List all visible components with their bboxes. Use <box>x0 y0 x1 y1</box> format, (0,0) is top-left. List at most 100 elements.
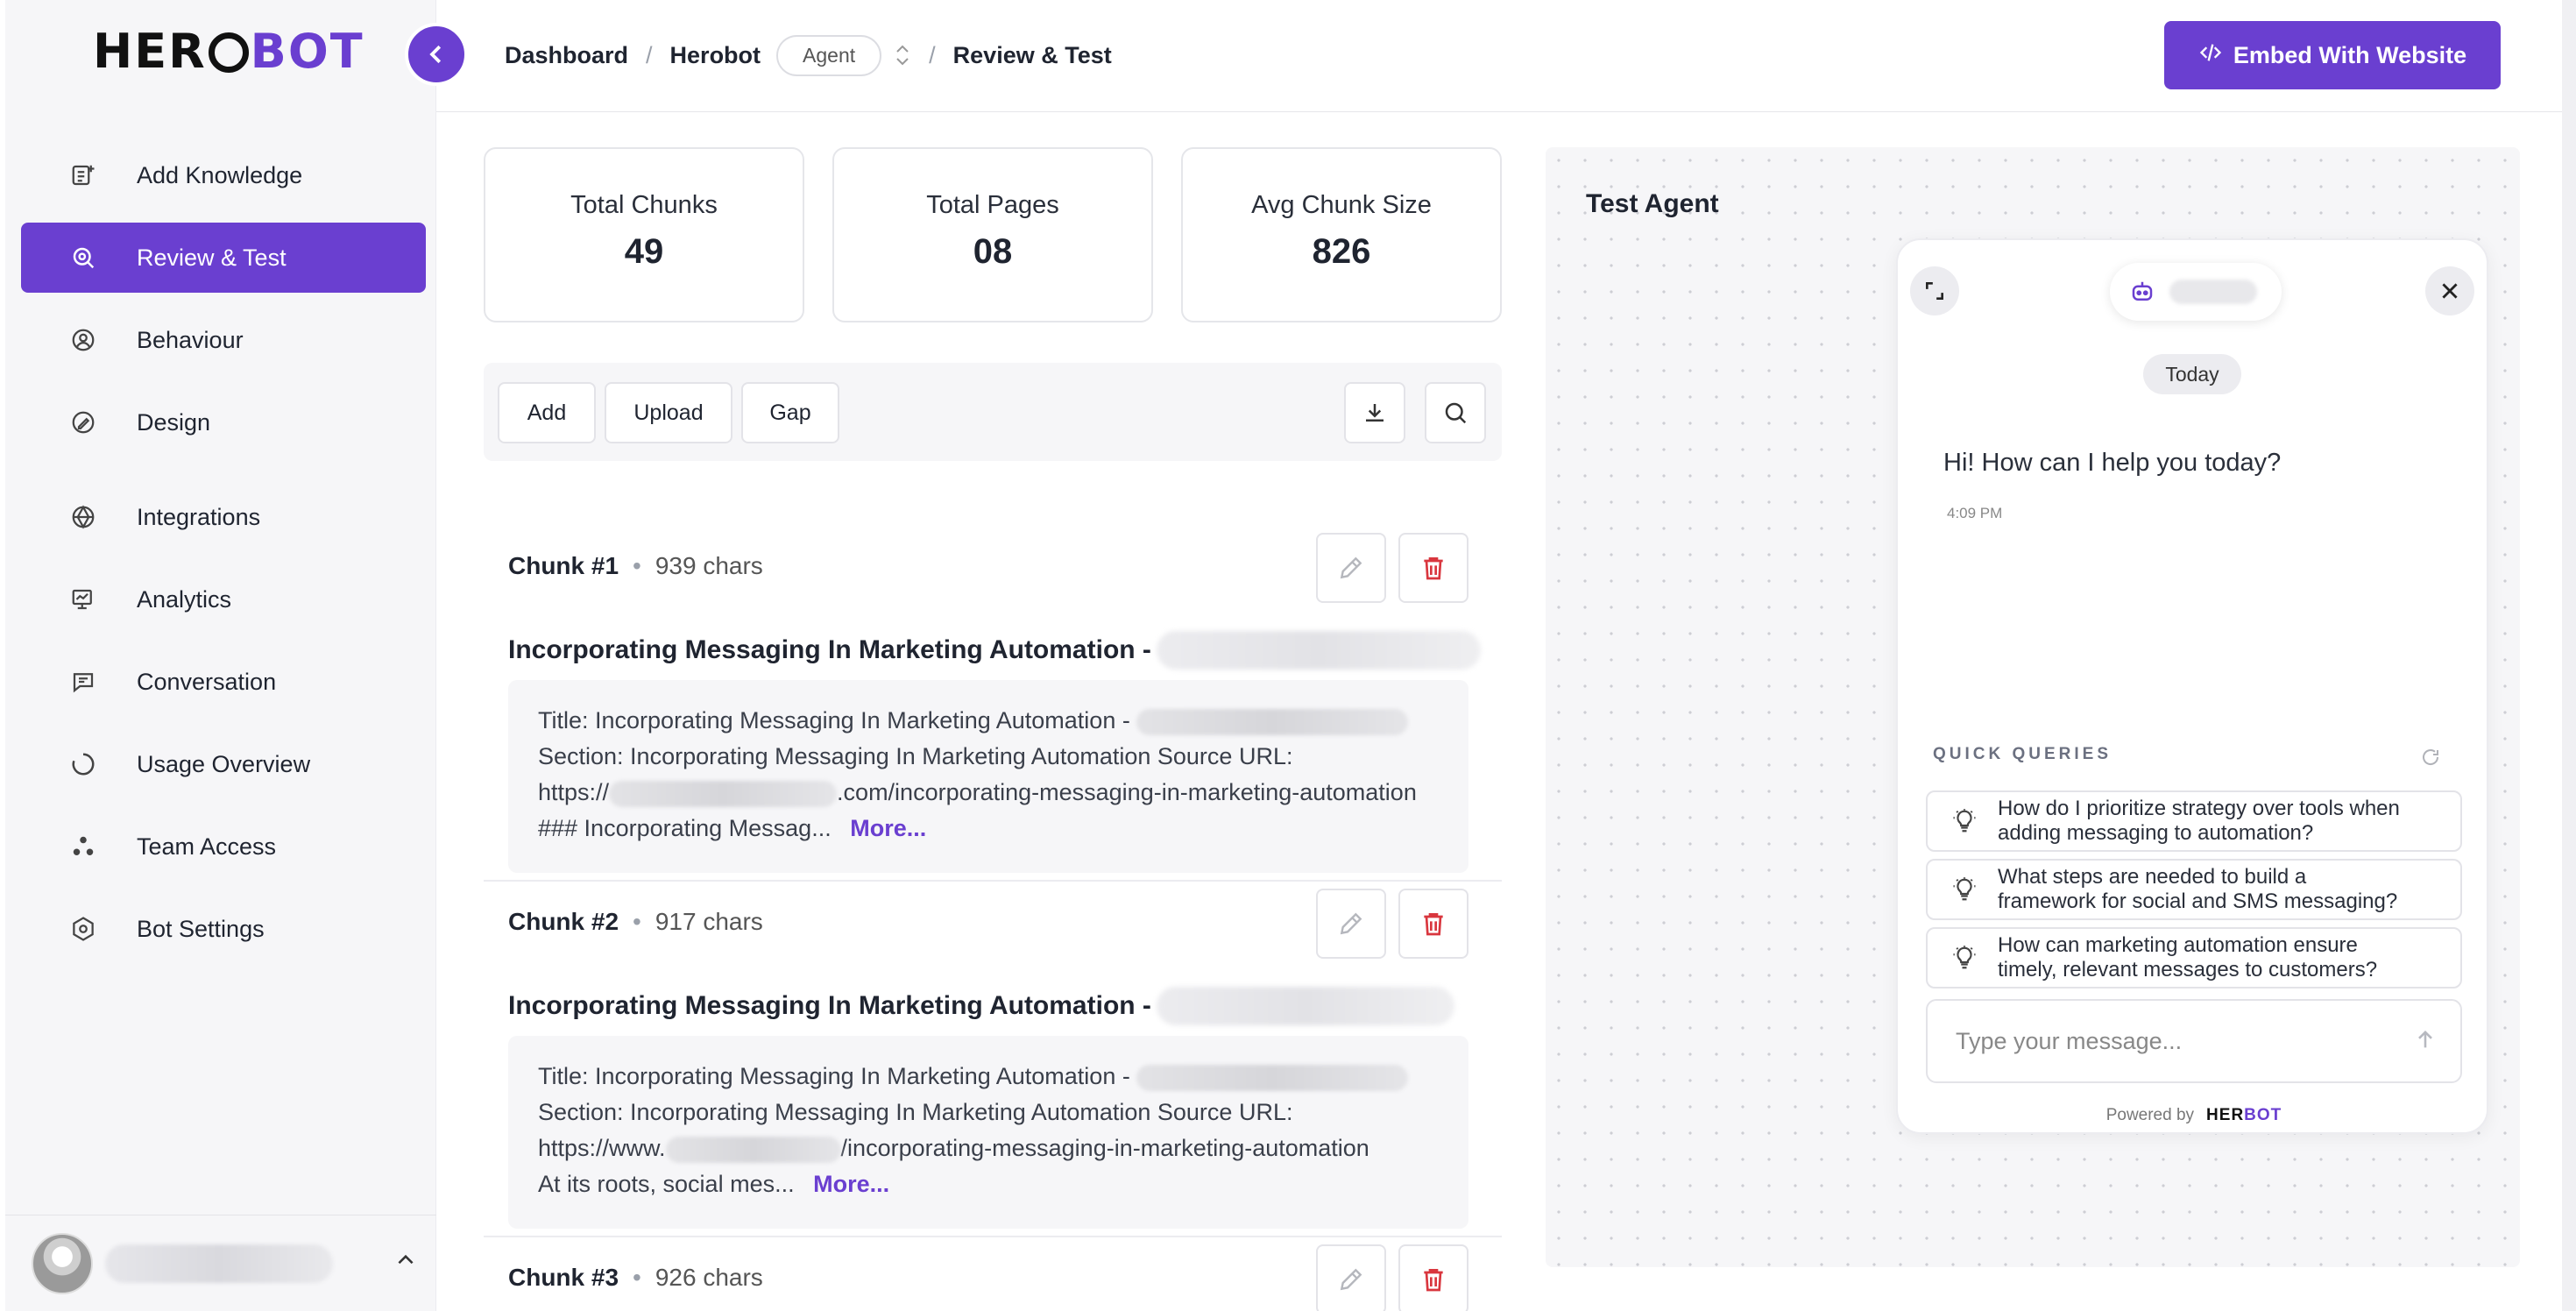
conversation-icon <box>68 667 98 697</box>
expand-button[interactable] <box>1910 266 1959 315</box>
herobot-logo[interactable]: HER BOT <box>93 24 364 79</box>
sidebar-item-team-access[interactable]: Team Access <box>21 811 426 882</box>
sidebar-item-usage-overview[interactable]: Usage Overview <box>21 729 426 799</box>
more-link[interactable]: More... <box>850 815 926 841</box>
behaviour-icon <box>68 325 98 355</box>
message-timestamp: 4:09 PM <box>1947 505 2003 521</box>
refresh-icon[interactable] <box>2420 747 2441 774</box>
stat-value: 826 <box>1312 232 1371 271</box>
agent-pill[interactable]: Agent <box>776 34 882 76</box>
lightbulb-icon <box>1947 945 1982 971</box>
chat-widget: Today Hi! How can I help you today? 4:09… <box>1896 238 2488 1134</box>
trash-icon <box>1424 557 1443 580</box>
date-divider: Today <box>2143 354 2241 394</box>
redacted-text <box>1136 1064 1409 1091</box>
quick-query-text: adding messaging to automation? <box>1998 821 2314 845</box>
avatar[interactable] <box>32 1232 93 1294</box>
quick-query-text: framework for social and SMS messaging? <box>1998 889 2398 913</box>
sidebar-item-design[interactable]: Design <box>21 387 426 457</box>
stat-label: Total Chunks <box>570 191 718 219</box>
powered-by-footer: Powered by HERBOT <box>1898 1106 2490 1125</box>
pencil-icon <box>1340 912 1362 935</box>
quick-query-item[interactable]: What steps are needed to build a framewo… <box>1926 859 2462 920</box>
chunk-card: Chunk #2 • 917 chars Incorporating Messa… <box>484 873 1502 1237</box>
sidebar-item-integrations[interactable]: Integrations <box>21 482 426 552</box>
powered-by-logo[interactable]: HERBOT <box>2206 1106 2282 1125</box>
delete-chunk-button[interactable] <box>1398 533 1468 603</box>
chunk-toolbar: Add Upload Gap <box>484 363 1502 461</box>
chunk-header: Chunk #1 • 939 chars <box>508 552 763 580</box>
quick-query-item[interactable]: How do I prioritize strategy over tools … <box>1926 790 2462 852</box>
updown-selector-icon[interactable] <box>894 41 911 69</box>
add-chunk-button[interactable]: Add <box>498 382 596 443</box>
chunk-content: Title: Incorporating Messaging In Market… <box>508 1036 1468 1229</box>
analytics-icon <box>68 585 98 614</box>
sidebar-item-label: Design <box>137 408 211 436</box>
sidebar-item-label: Integrations <box>137 503 261 530</box>
lightbulb-icon <box>1947 808 1982 834</box>
chunk-separator-dot: • <box>633 1264 641 1291</box>
quick-query-item[interactable]: How can marketing automation ensure time… <box>1926 927 2462 989</box>
redacted-text <box>665 1136 841 1163</box>
chunk-header: Chunk #3 • 926 chars <box>508 1264 763 1292</box>
breadcrumb-bot[interactable]: Herobot <box>670 42 761 69</box>
redacted-text <box>1136 708 1409 735</box>
chunk-line: Section: Incorporating Messaging In Mark… <box>538 743 1293 769</box>
edit-chunk-button[interactable] <box>1316 1244 1386 1311</box>
test-agent-title: Test Agent <box>1586 189 1719 218</box>
review-search-icon <box>68 243 98 273</box>
chunk-line: https:// <box>538 779 610 805</box>
breadcrumb-dashboard[interactable]: Dashboard <box>505 42 628 69</box>
gap-button[interactable]: Gap <box>741 382 839 443</box>
download-button[interactable] <box>1344 382 1405 443</box>
close-widget-button[interactable] <box>2425 266 2474 315</box>
sidebar-item-label: Review & Test <box>137 244 287 271</box>
sidebar: HER BOT Add Knowledge Review & Test Beha… <box>0 0 436 1311</box>
breadcrumb: Dashboard / Herobot Agent / Review & Tes… <box>505 33 1112 77</box>
edit-chunk-button[interactable] <box>1316 889 1386 959</box>
chunk-content: Title: Incorporating Messaging In Market… <box>508 680 1468 873</box>
message-input[interactable] <box>1956 1027 2376 1055</box>
edit-chunk-button[interactable] <box>1316 533 1386 603</box>
search-icon <box>1445 402 1467 424</box>
chevron-up-icon[interactable] <box>394 1249 417 1278</box>
sidebar-item-add-knowledge[interactable]: Add Knowledge <box>21 140 426 210</box>
more-link[interactable]: More... <box>813 1171 889 1197</box>
message-input-box <box>1926 999 2462 1083</box>
chunk-line: Title: Incorporating Messaging In Market… <box>538 1063 1130 1089</box>
code-icon <box>2198 40 2223 70</box>
sidebar-item-bot-settings[interactable]: Bot Settings <box>21 894 426 964</box>
upload-button[interactable]: Upload <box>605 382 732 443</box>
chunk-header: Chunk #2 • 917 chars <box>508 908 763 936</box>
breadcrumb-current: Review & Test <box>952 41 1112 68</box>
chunk-number: Chunk #3 <box>508 1264 619 1291</box>
stat-label: Avg Chunk Size <box>1251 191 1432 219</box>
search-button[interactable] <box>1425 382 1486 443</box>
pencil-icon <box>1340 1268 1362 1291</box>
sidebar-item-review-test[interactable]: Review & Test <box>21 223 426 293</box>
team-icon <box>68 832 98 861</box>
sidebar-item-label: Analytics <box>137 585 232 613</box>
delete-chunk-button[interactable] <box>1398 1244 1468 1311</box>
chunk-title: Incorporating Messaging In Marketing Aut… <box>508 987 1454 1025</box>
app-root: HER BOT Add Knowledge Review & Test Beha… <box>0 0 2576 1311</box>
chevron-left-icon <box>429 45 442 64</box>
sidebar-item-conversation[interactable]: Conversation <box>21 647 426 717</box>
embed-with-website-button[interactable]: Embed With Website <box>2164 21 2501 89</box>
collapse-sidebar-button[interactable] <box>405 23 468 86</box>
chunk-char-count: 926 chars <box>655 1264 763 1291</box>
quick-query-text: timely, relevant messages to customers? <box>1998 958 2378 981</box>
user-profile-bar[interactable] <box>5 1215 436 1311</box>
stat-label: Total Pages <box>926 191 1059 219</box>
send-arrow-icon[interactable] <box>2413 1027 2438 1058</box>
quick-queries-label: QUICK QUERIES <box>1933 745 2112 763</box>
sidebar-item-analytics[interactable]: Analytics <box>21 564 426 634</box>
chunk-line: Section: Incorporating Messaging In Mark… <box>538 1099 1293 1125</box>
add-knowledge-icon <box>68 160 98 190</box>
delete-chunk-button[interactable] <box>1398 889 1468 959</box>
sidebar-item-label: Bot Settings <box>137 915 265 942</box>
user-name-redacted <box>105 1244 333 1283</box>
sidebar-item-behaviour[interactable]: Behaviour <box>21 305 426 375</box>
chunk-card: Chunk #1 • 939 chars Incorporating Messa… <box>484 517 1502 882</box>
bot-settings-icon <box>68 914 98 944</box>
